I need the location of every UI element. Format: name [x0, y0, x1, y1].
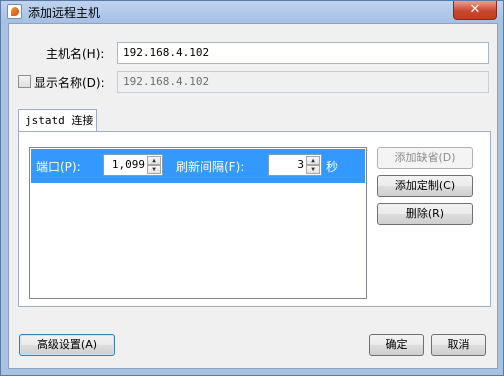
spin-up-icon[interactable]: ▲ [147, 156, 161, 165]
refresh-unit-label: 秒 [326, 160, 339, 174]
close-button[interactable]: ✕ [453, 1, 497, 20]
refresh-interval-label: 刷新间隔(F): [176, 160, 245, 174]
add-custom-button[interactable]: 添加定制(C) [377, 175, 473, 197]
title-bar: 添加远程主机 ✕ [1, 1, 503, 23]
host-name-field[interactable]: 192.168.4.102 [117, 42, 489, 64]
spin-up-icon[interactable]: ▲ [306, 156, 320, 165]
dialog-body: 主机名(H): 192.168.4.102 显示名称(D): 192.168.4… [8, 23, 498, 369]
app-logo-icon [7, 4, 22, 19]
port-value: 1,099 [111, 158, 145, 171]
tab-jstatd-connection[interactable]: jstatd 连接 [18, 109, 97, 132]
delete-button[interactable]: 删除(R) [377, 203, 473, 225]
spin-down-icon[interactable]: ▼ [306, 165, 320, 174]
display-name-field[interactable]: 192.168.4.102 [117, 71, 489, 93]
refresh-interval-spinner[interactable]: 3 ▲ ▼ [268, 154, 322, 176]
advanced-settings-button[interactable]: 高级设置(A) [19, 334, 115, 356]
add-default-button[interactable]: 添加缺省(D) [377, 147, 473, 169]
tab-panel: 端口(P): 1,099 ▲ ▼ 刷新间隔(F): 3 ▲ ▼ 秒 添加缺省(D… [18, 131, 491, 307]
list-item[interactable]: 端口(P): 1,099 ▲ ▼ 刷新间隔(F): 3 ▲ ▼ 秒 [31, 149, 365, 183]
dialog-title: 添加远程主机 [28, 6, 101, 20]
host-name-label: 主机名(H): [46, 47, 105, 61]
spin-down-icon[interactable]: ▼ [147, 165, 161, 174]
cancel-button[interactable]: 取消 [431, 334, 486, 356]
ok-button[interactable]: 确定 [369, 334, 424, 356]
port-label: 端口(P): [36, 160, 81, 174]
remote-host-dialog: 添加远程主机 ✕ 主机名(H): 192.168.4.102 显示名称(D): … [0, 0, 504, 376]
display-name-label: 显示名称(D): [34, 76, 105, 90]
display-name-checkbox[interactable] [18, 75, 31, 88]
refresh-interval-value: 3 [297, 158, 304, 171]
port-spinner[interactable]: 1,099 ▲ ▼ [103, 154, 163, 176]
connection-list[interactable]: 端口(P): 1,099 ▲ ▼ 刷新间隔(F): 3 ▲ ▼ 秒 [29, 147, 367, 299]
